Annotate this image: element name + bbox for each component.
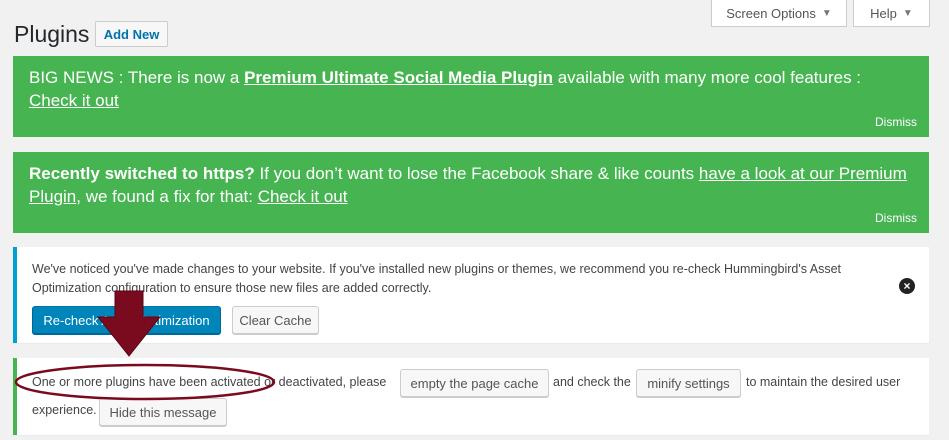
hummingbird-notice: We've noticed you've made changes to you… (13, 247, 929, 343)
close-icon[interactable]: × (899, 278, 915, 294)
check-it-out-link[interactable]: Check it out (29, 91, 119, 110)
empty-page-cache-button[interactable]: empty the page cache (400, 369, 549, 397)
plugins-changed-notice: One or more plugins have been activated … (13, 358, 929, 435)
help-label: Help (870, 5, 897, 21)
add-new-button[interactable]: Add New (95, 21, 168, 47)
notice-text: available with many more cool features : (553, 68, 862, 87)
page-title: Plugins (14, 21, 90, 47)
premium-plugin-link[interactable]: Premium Ultimate Social Media Plugin (244, 68, 553, 87)
check-it-out-link[interactable]: Check it out (258, 187, 348, 206)
notice-text: We've noticed you've made changes to you… (32, 262, 842, 295)
caret-down-icon: ▼ (821, 7, 832, 19)
notice-text: One or more plugins have been activated … (32, 375, 387, 389)
premium-plugin-notice: BIG NEWS : There is now a Premium Ultima… (13, 56, 929, 137)
notice-text: If you don’t want to lose the Facebook s… (254, 164, 699, 183)
screen-options-button[interactable]: Screen Options ▼ (711, 0, 847, 27)
notice-text: and check the (553, 375, 631, 389)
help-button[interactable]: Help ▼ (853, 0, 930, 27)
https-notice: Recently switched to https? If you don’t… (13, 152, 929, 233)
dismiss-link[interactable]: Dismiss (875, 111, 917, 134)
screen-options-label: Screen Options (726, 5, 816, 21)
caret-down-icon: ▼ (902, 7, 913, 19)
notice-heading: Recently switched to https? (29, 164, 255, 183)
minify-settings-button[interactable]: minify settings (636, 369, 741, 397)
notice-text: , we found a fix for that: (76, 187, 258, 206)
notice-text: to maintain the desired user (746, 375, 901, 389)
notice-text: experience. (32, 403, 97, 417)
dismiss-link[interactable]: Dismiss (875, 207, 917, 230)
notice-text: BIG NEWS : There is now a (29, 68, 245, 87)
clear-cache-button[interactable]: Clear Cache (232, 306, 319, 334)
hide-message-button[interactable]: Hide this message (99, 398, 227, 426)
recheck-asset-optimization-button[interactable]: Re-check Asset Optimization (32, 306, 221, 334)
